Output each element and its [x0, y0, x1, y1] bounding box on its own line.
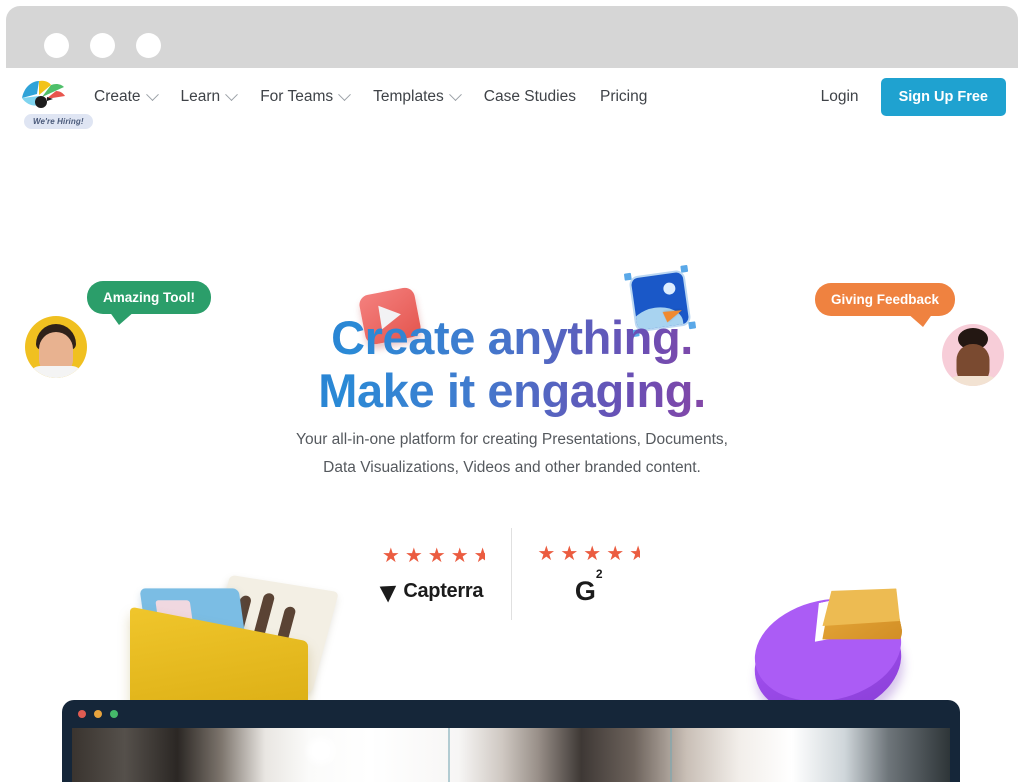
light-glow	[304, 734, 338, 768]
star-rating-g2: ★ ★ ★ ★ ★	[537, 544, 640, 564]
video-preview-screen[interactable]	[72, 728, 950, 782]
star-icon: ★	[427, 544, 446, 567]
nav-actions: Login Sign Up Free	[821, 78, 1006, 116]
g2-superscript: 2	[595, 566, 603, 581]
chevron-down-icon	[225, 87, 239, 101]
chevron-down-icon	[145, 87, 159, 101]
rating-g2: ★ ★ ★ ★ ★ G2	[512, 544, 667, 605]
nav-label-templates: Templates	[373, 88, 444, 105]
page-title: Create anything. Make it engaging.	[6, 312, 1018, 417]
window-dot-close[interactable]	[44, 33, 69, 58]
window-dot-maximize[interactable]	[136, 33, 161, 58]
nav-item-templates[interactable]: Templates	[373, 87, 462, 106]
nav-label-learn: Learn	[180, 88, 221, 105]
logo-area[interactable]: We're Hiring!	[12, 68, 93, 129]
site-navbar: We're Hiring! Create Learn For Teams Tem…	[6, 68, 1018, 129]
star-half-icon: ★	[629, 543, 641, 564]
chevron-down-icon	[448, 87, 462, 101]
rating-capterra: ★ ★ ★ ★ ★ Capterra	[356, 546, 511, 603]
nav-label-for-teams: For Teams	[260, 88, 334, 105]
nav-item-pricing[interactable]: Pricing	[600, 88, 647, 106]
nav-item-case-studies[interactable]: Case Studies	[484, 88, 576, 106]
video-window-controls	[78, 710, 118, 718]
nav-label-create: Create	[94, 88, 141, 105]
browser-window-controls	[44, 33, 161, 58]
video-dot-close[interactable]	[78, 710, 86, 718]
testimonial-bubble-left: Amazing Tool!	[87, 281, 211, 325]
subtitle-line-1: Your all-in-one platform for creating Pr…	[296, 431, 728, 448]
window-mullion	[448, 728, 450, 782]
page-canvas: We're Hiring! Create Learn For Teams Tem…	[6, 68, 1018, 782]
video-preview-window[interactable]	[62, 700, 960, 782]
sign-up-free-button[interactable]: Sign Up Free	[880, 78, 1006, 116]
window-dot-minimize[interactable]	[90, 33, 115, 58]
capterra-logo: Capterra	[379, 579, 484, 603]
pie-chart-3d	[744, 578, 916, 731]
star-icon: ★	[606, 542, 625, 565]
headline-line-2: Make it engaging.	[318, 363, 706, 417]
video-dot-maximize[interactable]	[110, 710, 118, 718]
video-window-titlebar	[62, 700, 960, 728]
visme-logo-icon[interactable]	[20, 77, 66, 111]
star-icon: ★	[560, 542, 579, 565]
nav-label-case-studies: Case Studies	[483, 88, 576, 105]
star-icon: ★	[404, 544, 423, 567]
nav-label-pricing: Pricing	[599, 88, 648, 105]
capterra-arrow-icon	[379, 579, 402, 603]
headline-line-1: Create anything.	[331, 311, 693, 364]
star-icon: ★	[450, 544, 469, 567]
g2-logo: G2	[574, 568, 603, 606]
nav-item-learn[interactable]: Learn	[180, 87, 239, 106]
star-half-icon: ★	[473, 545, 485, 566]
nav-links: Create Learn For Teams Templates Case St…	[94, 87, 647, 106]
ratings-row: ★ ★ ★ ★ ★ Capterra ★ ★ ★ ★ ★ G2	[356, 524, 666, 624]
hero-section: Amazing Tool! Giving Feedback Create any…	[6, 126, 1018, 746]
nav-item-create[interactable]: Create	[94, 87, 159, 106]
chevron-down-icon	[338, 87, 351, 101]
star-icon: ★	[537, 542, 556, 565]
window-mullion	[670, 728, 672, 782]
login-link[interactable]: Login	[821, 88, 859, 106]
browser-chrome	[6, 6, 1018, 76]
video-dot-minimize[interactable]	[94, 710, 102, 718]
g2-letter: G	[574, 575, 596, 606]
capterra-label: Capterra	[403, 579, 484, 602]
subtitle-line-2: Data Visualizations, Videos and other br…	[323, 458, 701, 476]
hero-subtitle: Your all-in-one platform for creating Pr…	[6, 426, 1018, 481]
nav-item-for-teams[interactable]: For Teams	[260, 87, 351, 106]
star-icon: ★	[583, 542, 602, 565]
star-rating-capterra: ★ ★ ★ ★ ★	[382, 546, 485, 566]
star-icon: ★	[381, 544, 400, 567]
